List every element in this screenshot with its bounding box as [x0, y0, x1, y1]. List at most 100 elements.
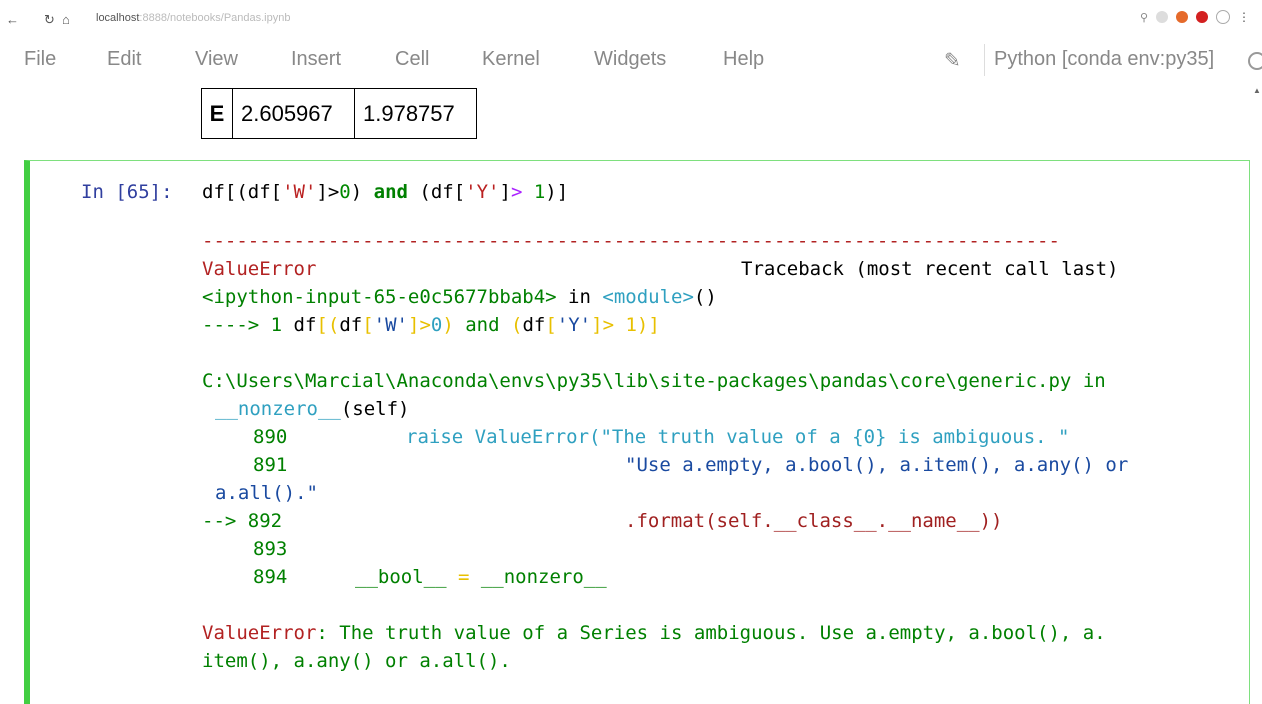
- traceback-line-894: 894 __bool__ = __nonzero__: [253, 563, 607, 591]
- adblock-icon[interactable]: [1196, 11, 1208, 23]
- tb-token: >: [419, 314, 431, 336]
- menu-help[interactable]: Help: [723, 48, 764, 71]
- traceback-title: Traceback (most recent call last): [741, 258, 1119, 280]
- menu-file[interactable]: File: [24, 48, 56, 71]
- opera-icon[interactable]: [1176, 11, 1188, 23]
- tb-token: ): [442, 314, 454, 336]
- error-name: ValueError: [202, 258, 317, 280]
- line-number: 890: [253, 426, 288, 448]
- tb-token: 'Y': [556, 314, 592, 336]
- kernel-separator: [984, 44, 985, 76]
- module-parens: (): [693, 286, 717, 308]
- row-index-label: E: [201, 88, 233, 139]
- code-token: >: [510, 181, 523, 203]
- menu-insert[interactable]: Insert: [291, 48, 341, 71]
- code-token: and: [373, 181, 408, 203]
- traceback-final-error-cont: item(), a.any() or a.all().: [202, 650, 511, 672]
- input-ref: <ipython-input-65-e0c5677bbab4>: [202, 286, 557, 308]
- tb-token: (: [327, 314, 340, 336]
- kernel-status-icon: [1248, 52, 1262, 70]
- scroll-up-arrow-icon[interactable]: ▲: [1253, 86, 1261, 95]
- home-icon[interactable]: ⌂: [62, 12, 70, 27]
- code-token: 0: [339, 181, 351, 203]
- line-number: 893: [253, 538, 288, 560]
- menu-cell[interactable]: Cell: [395, 48, 429, 71]
- tb-token: df: [339, 314, 363, 336]
- traceback-separator: ----------------------------------------…: [202, 230, 1060, 252]
- tb-token: df: [293, 314, 317, 336]
- error-message: : The truth value of a Series is ambiguo…: [316, 622, 1106, 644]
- notebook-menubar: File Edit View Insert Cell Kernel Widget…: [0, 38, 1262, 84]
- address-bar[interactable]: localhost:8888/notebooks/Pandas.ipynb: [96, 12, 290, 24]
- traceback-file-path: C:\Users\Marcial\Anaconda\envs\py35\lib\…: [202, 367, 1106, 395]
- tb-token: ]: [407, 314, 420, 336]
- tb-token: df: [522, 314, 546, 336]
- table-cell: 2.605967: [232, 88, 355, 139]
- arrow: --> 892: [202, 510, 283, 532]
- extension-icons: ⚲ ⋮: [1140, 10, 1250, 24]
- tb-token: raise ValueError(: [406, 426, 601, 448]
- tb-code: __bool__ = __nonzero__: [355, 563, 607, 591]
- menu-edit[interactable]: Edit: [107, 48, 141, 71]
- code-token: 'W': [282, 181, 317, 203]
- tb-token: __bool__: [355, 566, 447, 588]
- tb-token: [: [545, 314, 557, 336]
- menu-widgets[interactable]: Widgets: [594, 48, 666, 71]
- dataframe-output: E 2.605967 1.978757: [201, 88, 477, 139]
- back-icon[interactable]: ←: [6, 12, 19, 27]
- tb-token: ]: [591, 314, 603, 336]
- traceback-function: __nonzero__(self): [215, 395, 409, 423]
- tb-token: =: [446, 566, 481, 588]
- bookmark-icon[interactable]: [1156, 11, 1168, 23]
- tb-token: (self): [340, 398, 410, 420]
- menu-kernel[interactable]: Kernel: [482, 48, 540, 71]
- traceback-line-891: 891 "Use a.empty, a.bool(), a.item(), a.a…: [253, 451, 1128, 479]
- reload-icon[interactable]: ↻: [44, 12, 55, 28]
- error-name: ValueError: [202, 622, 317, 644]
- function-name: __nonzero__: [215, 398, 341, 420]
- extension-icon[interactable]: [1216, 10, 1230, 24]
- tb-token: and: [453, 314, 511, 336]
- tb-token: (: [511, 314, 523, 336]
- zoom-icon[interactable]: ⚲: [1140, 11, 1148, 24]
- kernel-name[interactable]: Python [conda env:py35]: [994, 48, 1214, 71]
- traceback-line-1: ----> 1 df[(df['W']>0) and (df['Y']> 1)]: [202, 311, 660, 339]
- tb-token: [: [316, 314, 328, 336]
- tb-token: ): [636, 314, 649, 336]
- traceback-line-893: 893: [253, 535, 287, 563]
- tb-token: ]: [648, 314, 660, 336]
- kebab-menu-icon[interactable]: ⋮: [1238, 10, 1250, 24]
- line-number: 891: [253, 454, 288, 476]
- code-token: ): [350, 181, 374, 203]
- traceback-input-ref: <ipython-input-65-e0c5677bbab4> in <modu…: [202, 283, 717, 311]
- code-input[interactable]: df[(df['W']>0) and (df['Y']> 1)]: [202, 181, 568, 203]
- traceback-line-892: --> 892 .format(self.__class__.__name__)): [202, 507, 1003, 535]
- url-host: localhost: [96, 12, 140, 24]
- browser-toolbar: ← ↻ ⌂ localhost:8888/notebooks/Pandas.ip…: [0, 0, 1262, 38]
- tb-code: .format(self.__class__.__name__)): [625, 510, 1003, 532]
- menu-view[interactable]: View: [195, 48, 238, 71]
- input-prompt: In [65]:: [81, 181, 173, 203]
- traceback-line-891-cont: a.all().": [215, 482, 318, 504]
- code-token: 'Y': [465, 181, 500, 203]
- tb-code: "Use a.empty, a.bool(), a.item(), a.any(…: [625, 454, 1129, 476]
- traceback-header: ValueError Traceback (most recent call la…: [202, 255, 1119, 283]
- code-token: ]: [499, 181, 511, 203]
- arrow: ----> 1: [202, 314, 294, 336]
- tb-token: __nonzero__: [480, 566, 607, 588]
- traceback-final-error: ValueError: The truth value of a Series …: [202, 619, 1106, 647]
- tb-token: > 1: [602, 314, 637, 336]
- url-path: :8888/notebooks/Pandas.ipynb: [139, 12, 291, 24]
- in-word: in: [556, 286, 603, 308]
- code-token: ]>: [316, 181, 340, 203]
- tb-token: in: [1071, 370, 1106, 392]
- tb-token: "The truth value of a {0} is ambiguous. …: [600, 426, 1070, 448]
- code-token: )]: [545, 181, 569, 203]
- table-row: E 2.605967 1.978757: [201, 88, 477, 139]
- code-token: (df[: [407, 181, 466, 203]
- file-path: C:\Users\Marcial\Anaconda\envs\py35\lib\…: [202, 370, 1072, 392]
- code-token: df[(df[: [202, 181, 283, 203]
- tb-token: 'W': [373, 314, 408, 336]
- traceback-line-890: 890 raise ValueError("The truth value of …: [253, 423, 1069, 451]
- module-name: <module>: [602, 286, 694, 308]
